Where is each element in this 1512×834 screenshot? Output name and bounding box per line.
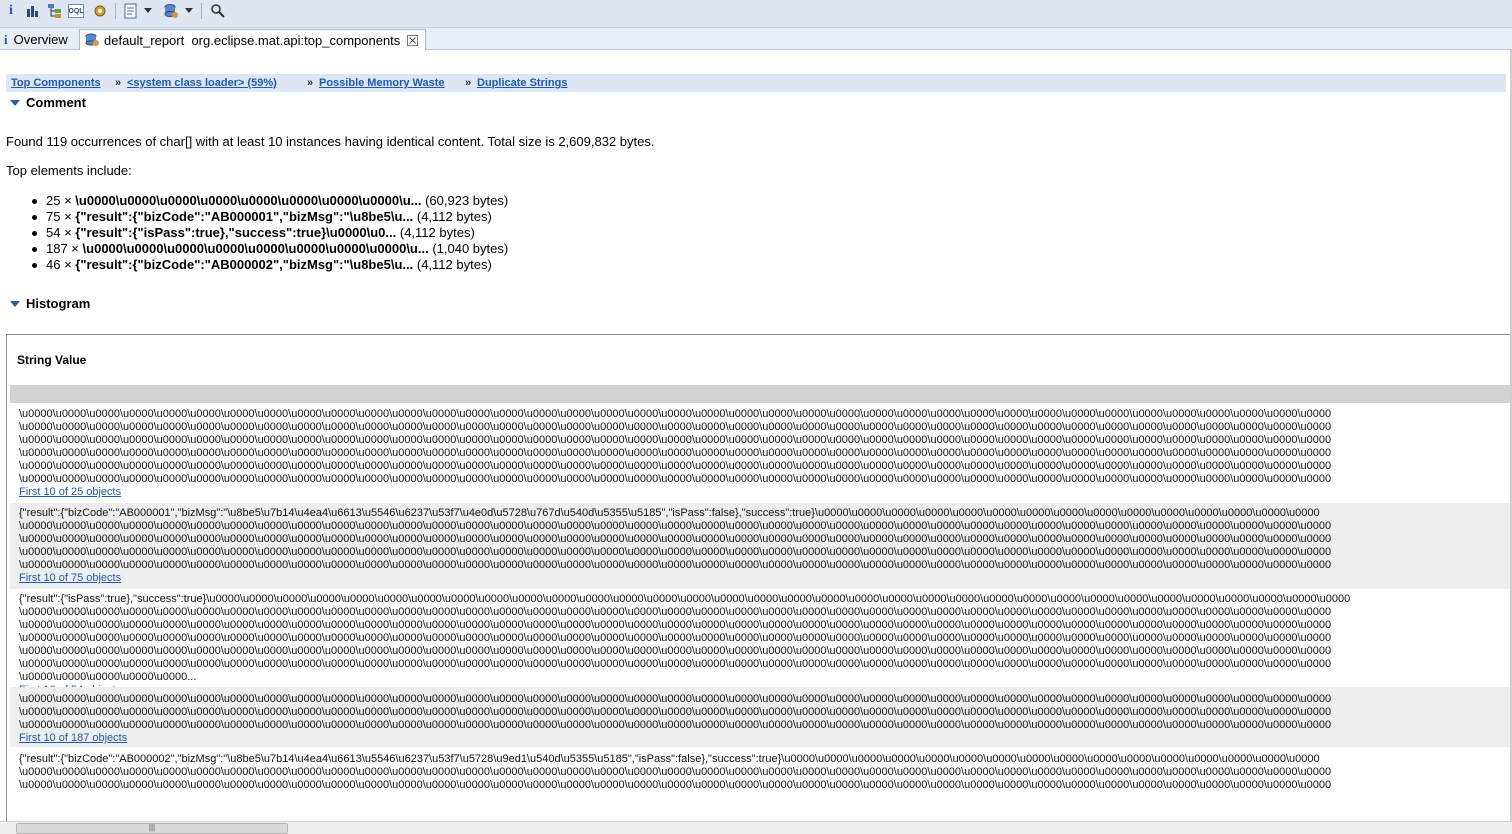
table-row: {"result":{"bizCode":"AB000001","bizMsg"… bbox=[10, 503, 1512, 589]
top-elements-list: 25 × \u0000\u0000\u0000\u0000\u0000\u000… bbox=[30, 193, 508, 273]
horizontal-scrollbar[interactable]: ||| bbox=[0, 821, 1512, 834]
breadcrumb-link-duplicate-strings[interactable]: Duplicate Strings bbox=[477, 77, 567, 89]
gear-icon[interactable] bbox=[91, 2, 109, 20]
dropdown-icon[interactable] bbox=[183, 2, 195, 20]
breadcrumb-separator: » bbox=[465, 77, 472, 89]
column-header-string-value[interactable]: String Value bbox=[17, 353, 86, 367]
tab-overview[interactable]: i Overview bbox=[0, 29, 72, 50]
info-icon[interactable]: i bbox=[2, 2, 20, 20]
breadcrumb-separator: » bbox=[307, 77, 314, 89]
editor-tab-bar: i Overview default_report org.eclipse.ma… bbox=[0, 28, 1512, 50]
toolbar-separator bbox=[201, 3, 202, 19]
top-elements-label: Top elements include: bbox=[6, 163, 132, 178]
dropdown-icon[interactable] bbox=[142, 2, 154, 20]
query-browser-icon[interactable] bbox=[162, 2, 180, 20]
scrollbar-thumb[interactable]: ||| bbox=[16, 823, 288, 834]
table-header-band bbox=[10, 385, 1512, 403]
table-row: \u0000\u0000\u0000\u0000\u0000\u0000\u00… bbox=[10, 687, 1512, 747]
string-value: {"result":{"bizCode":"AB000001","bizMsg"… bbox=[19, 507, 1332, 571]
list-item: 25 × \u0000\u0000\u0000\u0000\u0000\u000… bbox=[30, 193, 508, 209]
list-item: 46 × {"result":{"bizCode":"AB000002","bi… bbox=[30, 257, 508, 273]
section-heading: Histogram bbox=[26, 296, 91, 311]
breadcrumb-separator: » bbox=[115, 77, 122, 89]
report-icon bbox=[84, 33, 100, 47]
tab-label: default_report org.eclipse.mat.api:top_c… bbox=[104, 32, 401, 48]
string-value: {"result":{"isPass":true},"success":true… bbox=[19, 593, 1351, 683]
collapse-triangle-icon bbox=[10, 99, 20, 106]
table-row: {"result":{"bizCode":"AB000002","bizMsg"… bbox=[10, 753, 1512, 792]
string-value: \u0000\u0000\u0000\u0000\u0000\u0000\u00… bbox=[19, 408, 1332, 485]
objects-link[interactable]: First 10 of 75 objects bbox=[19, 572, 1512, 585]
list-item: 75 × {"result":{"bizCode":"AB000001","bi… bbox=[30, 209, 508, 225]
histogram-icon[interactable] bbox=[24, 2, 42, 20]
list-item: 187 × \u0000\u0000\u0000\u0000\u0000\u00… bbox=[30, 241, 508, 257]
section-heading: Comment bbox=[26, 95, 86, 110]
histogram-section-toggle[interactable]: Histogram bbox=[10, 296, 90, 311]
report-icon[interactable] bbox=[122, 2, 140, 20]
table-row: {"result":{"isPass":true},"success":true… bbox=[10, 593, 1512, 697]
comment-section-toggle[interactable]: Comment bbox=[10, 95, 86, 110]
breadcrumb-link-top-components[interactable]: Top Components bbox=[11, 77, 101, 89]
list-item: 54 × {"result":{"isPass":true},"success"… bbox=[30, 225, 508, 241]
histogram-table: String Value \u0000\u0000\u0000\u0000\u0… bbox=[6, 334, 1512, 834]
breadcrumb: Top Components » <system class loader> (… bbox=[6, 74, 1506, 92]
string-value: \u0000\u0000\u0000\u0000\u0000\u0000\u00… bbox=[19, 693, 1332, 731]
objects-link[interactable]: First 10 of 187 objects bbox=[19, 732, 1512, 745]
dominator-tree-icon[interactable] bbox=[46, 2, 64, 20]
main-toolbar: i OQL bbox=[0, 0, 1512, 28]
comment-summary: Found 119 occurrences of char[] with at … bbox=[6, 134, 655, 149]
objects-link[interactable]: First 10 of 25 objects bbox=[19, 486, 1512, 499]
close-icon[interactable] bbox=[407, 34, 419, 46]
info-icon: i bbox=[4, 31, 8, 47]
table-row: \u0000\u0000\u0000\u0000\u0000\u0000\u00… bbox=[10, 408, 1512, 499]
toolbar-separator bbox=[115, 3, 116, 19]
tab-default-report[interactable]: default_report org.eclipse.mat.api:top_c… bbox=[79, 29, 426, 50]
breadcrumb-link-class-loader[interactable]: <system class loader> (59%) bbox=[127, 77, 277, 89]
string-value: {"result":{"bizCode":"AB000002","bizMsg"… bbox=[19, 753, 1332, 791]
breadcrumb-link-possible-memory-waste[interactable]: Possible Memory Waste bbox=[319, 77, 445, 89]
tab-label: Overview bbox=[13, 32, 68, 47]
oql-icon[interactable]: OQL bbox=[68, 4, 84, 18]
search-icon[interactable] bbox=[209, 2, 227, 20]
collapse-triangle-icon bbox=[10, 300, 20, 307]
